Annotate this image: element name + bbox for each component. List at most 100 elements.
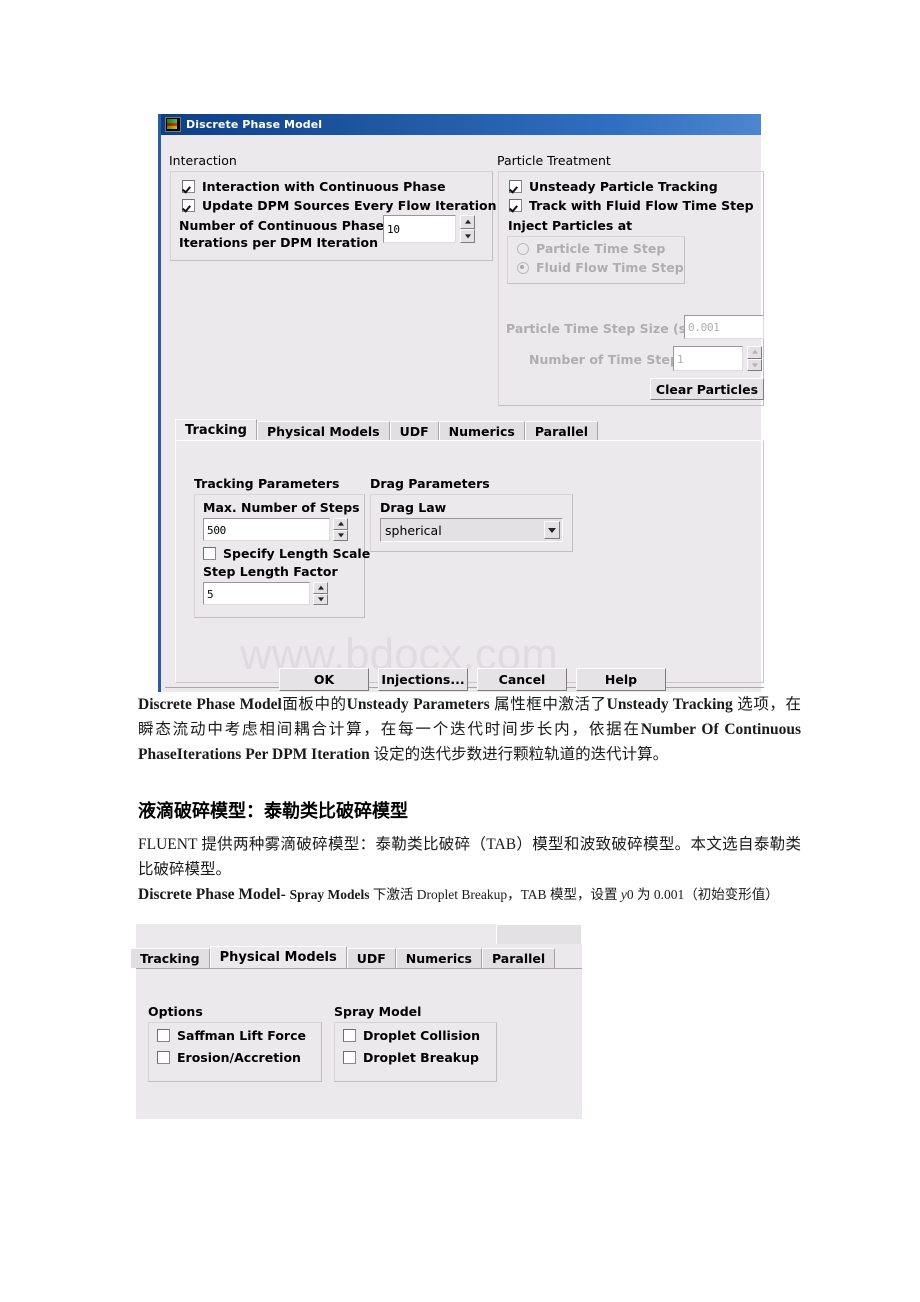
spinner-up-button[interactable] — [747, 346, 762, 359]
checkbox-interaction-with-continuous-phase[interactable]: Interaction with Continuous Phase — [182, 179, 446, 194]
p1-seg5: Unsteady Tracking — [606, 696, 733, 713]
drag-law-select[interactable]: spherical — [380, 518, 563, 542]
radio-label: Particle Time Step — [536, 241, 666, 256]
spray-model-group-label: Spray Model — [334, 1004, 422, 1019]
tab-udf[interactable]: UDF — [389, 421, 439, 441]
radio-particle-time-step[interactable]: Particle Time Step — [517, 241, 665, 256]
discrete-phase-model-dialog: Discrete Phase Model Interaction Interac… — [158, 114, 764, 692]
p1-seg1: Discrete Phase Model — [138, 696, 282, 713]
checkbox-label: Track with Fluid Flow Time Step — [529, 198, 754, 213]
p1-seg8: 设定的迭代步数进行颗粒轨道的迭代计算。 — [369, 746, 669, 763]
panel-top-fragment — [496, 924, 582, 944]
p3-seg5: 0 为 0.001（初始变形值） — [626, 887, 779, 902]
help-button[interactable]: Help — [576, 668, 666, 691]
max-number-of-steps-input[interactable]: 500 — [203, 518, 330, 541]
tab-tracking[interactable]: Tracking — [175, 419, 257, 441]
checkbox-box[interactable] — [182, 199, 195, 212]
checkbox-label: Saffman Lift Force — [177, 1028, 306, 1043]
tab-parallel[interactable]: Parallel — [524, 421, 599, 441]
checkbox-label: Unsteady Particle Tracking — [529, 179, 718, 194]
section-heading-droplet-breakup: 液滴破碎模型：泰勒类比破碎模型 — [138, 801, 408, 822]
pm-tab-udf[interactable]: UDF — [346, 948, 396, 968]
pm-tab-parallel[interactable]: Parallel — [481, 948, 556, 968]
checkbox-box[interactable] — [343, 1029, 356, 1042]
spinner-up-button[interactable] — [333, 518, 348, 530]
spinner-down-button[interactable] — [313, 593, 328, 605]
checkbox-box[interactable] — [157, 1029, 170, 1042]
checkbox-label: Specify Length Scale — [223, 546, 371, 561]
spinner-up-button[interactable] — [460, 215, 475, 229]
physical-models-tabstrip[interactable]: Tracking Physical Models UDF Numerics Pa… — [130, 946, 556, 968]
checkbox-droplet-collision[interactable]: Droplet Collision — [343, 1028, 480, 1043]
p1-seg3: Unsteady Parameters — [346, 696, 490, 713]
spinner-down-button[interactable] — [747, 358, 762, 371]
max-number-of-steps-label: Max. Number of Steps — [203, 500, 360, 515]
checkbox-label: Erosion/Accretion — [177, 1050, 301, 1065]
paragraph-spray-models-instructions: Discrete Phase Model- Spray Models 下激活 D… — [138, 882, 801, 907]
step-length-factor-input[interactable]: 5 — [203, 582, 310, 605]
checkbox-erosion-accretion[interactable]: Erosion/Accretion — [157, 1050, 301, 1065]
chevron-down-icon[interactable] — [544, 521, 560, 539]
particle-time-step-size-label: Particle Time Step Size (s) — [506, 321, 692, 336]
checkbox-label: Droplet Breakup — [363, 1050, 479, 1065]
checkbox-label: Interaction with Continuous Phase — [202, 179, 446, 194]
p3-seg1: Discrete Phase Model- — [138, 886, 290, 903]
spinner-up-button[interactable] — [313, 582, 328, 594]
dialog-tabstrip[interactable]: Tracking Physical Models UDF Numerics Pa… — [175, 419, 599, 441]
spinner-down-button[interactable] — [460, 229, 475, 243]
checkbox-box[interactable] — [509, 180, 522, 193]
pm-tab-underline — [136, 968, 582, 969]
number-of-time-steps-spinner[interactable] — [747, 346, 762, 371]
continuous-phase-iterations-spinner[interactable] — [460, 215, 475, 243]
number-of-time-steps-label: Number of Time Steps — [529, 352, 687, 367]
checkbox-update-dpm-sources-every-flow-iteration[interactable]: Update DPM Sources Every Flow Iteration — [182, 198, 497, 213]
dialog-body: Interaction Interaction with Continuous … — [161, 135, 764, 692]
drag-law-label: Drag Law — [380, 500, 447, 515]
radio-fluid-flow-time-step[interactable]: Fluid Flow Time Step — [517, 260, 684, 275]
checkbox-droplet-breakup[interactable]: Droplet Breakup — [343, 1050, 479, 1065]
checkbox-unsteady-particle-tracking[interactable]: Unsteady Particle Tracking — [509, 179, 718, 194]
paragraph-fluent-breakup-models: FLUENT 提供两种雾滴破碎模型：泰勒类比破碎（TAB）模型和波致破碎模型。本… — [138, 836, 801, 878]
radio-label: Fluid Flow Time Step — [536, 260, 684, 275]
tracking-parameters-label: Tracking Parameters — [194, 476, 340, 491]
particle-treatment-group-label: Particle Treatment — [497, 153, 611, 168]
max-number-of-steps-spinner[interactable] — [333, 518, 348, 541]
inject-particles-at-label: Inject Particles at — [508, 218, 633, 233]
clear-particles-button[interactable]: Clear Particles — [650, 378, 764, 400]
step-length-factor-spinner[interactable] — [313, 582, 328, 605]
checkbox-box[interactable] — [157, 1051, 170, 1064]
pm-tab-numerics[interactable]: Numerics — [395, 948, 482, 968]
injections-button[interactable]: Injections... — [378, 668, 468, 691]
paragraph-unsteady-description: Discrete Phase Model面板中的Unsteady Paramet… — [138, 692, 801, 767]
number-of-time-steps-input[interactable]: 1 — [673, 346, 743, 371]
p1-seg4: 属性框中激活了 — [489, 696, 607, 713]
spinner-down-button[interactable] — [333, 529, 348, 541]
checkbox-track-with-fluid-flow-time-step[interactable]: Track with Fluid Flow Time Step — [509, 198, 754, 213]
pm-tab-tracking[interactable]: Tracking — [130, 948, 210, 968]
particle-time-step-size-input[interactable]: 0.001 — [684, 315, 764, 339]
continuous-phase-iterations-label-line2: Iterations per DPM Iteration — [179, 235, 378, 250]
tab-numerics[interactable]: Numerics — [438, 421, 525, 441]
checkbox-specify-length-scale[interactable]: Specify Length Scale — [203, 546, 370, 561]
p3-seg2: Spray Models — [289, 887, 370, 902]
dialog-title: Discrete Phase Model — [186, 118, 323, 131]
p3-seg3: 下激活 Droplet Breakup，TAB 模型，设置 — [369, 887, 621, 902]
ok-button[interactable]: OK — [279, 668, 369, 691]
checkbox-box[interactable] — [182, 180, 195, 193]
step-length-factor-label: Step Length Factor — [203, 564, 338, 579]
p1-seg2: 面板中的 — [281, 696, 347, 713]
checkbox-box[interactable] — [343, 1051, 356, 1064]
continuous-phase-iterations-label-line1: Number of Continuous Phase — [179, 218, 385, 233]
pm-tab-physical-models[interactable]: Physical Models — [209, 946, 347, 968]
tab-physical-models[interactable]: Physical Models — [257, 421, 390, 441]
radio-circle[interactable] — [517, 242, 529, 255]
radio-circle[interactable] — [517, 261, 529, 274]
contour-icon — [165, 117, 181, 132]
cancel-button[interactable]: Cancel — [477, 668, 567, 691]
dialog-titlebar: Discrete Phase Model — [161, 114, 761, 135]
checkbox-box[interactable] — [203, 547, 216, 560]
drag-law-value: spherical — [385, 522, 442, 538]
checkbox-box[interactable] — [509, 199, 522, 212]
checkbox-saffman-lift-force[interactable]: Saffman Lift Force — [157, 1028, 306, 1043]
continuous-phase-iterations-input[interactable]: 10 — [383, 215, 456, 243]
